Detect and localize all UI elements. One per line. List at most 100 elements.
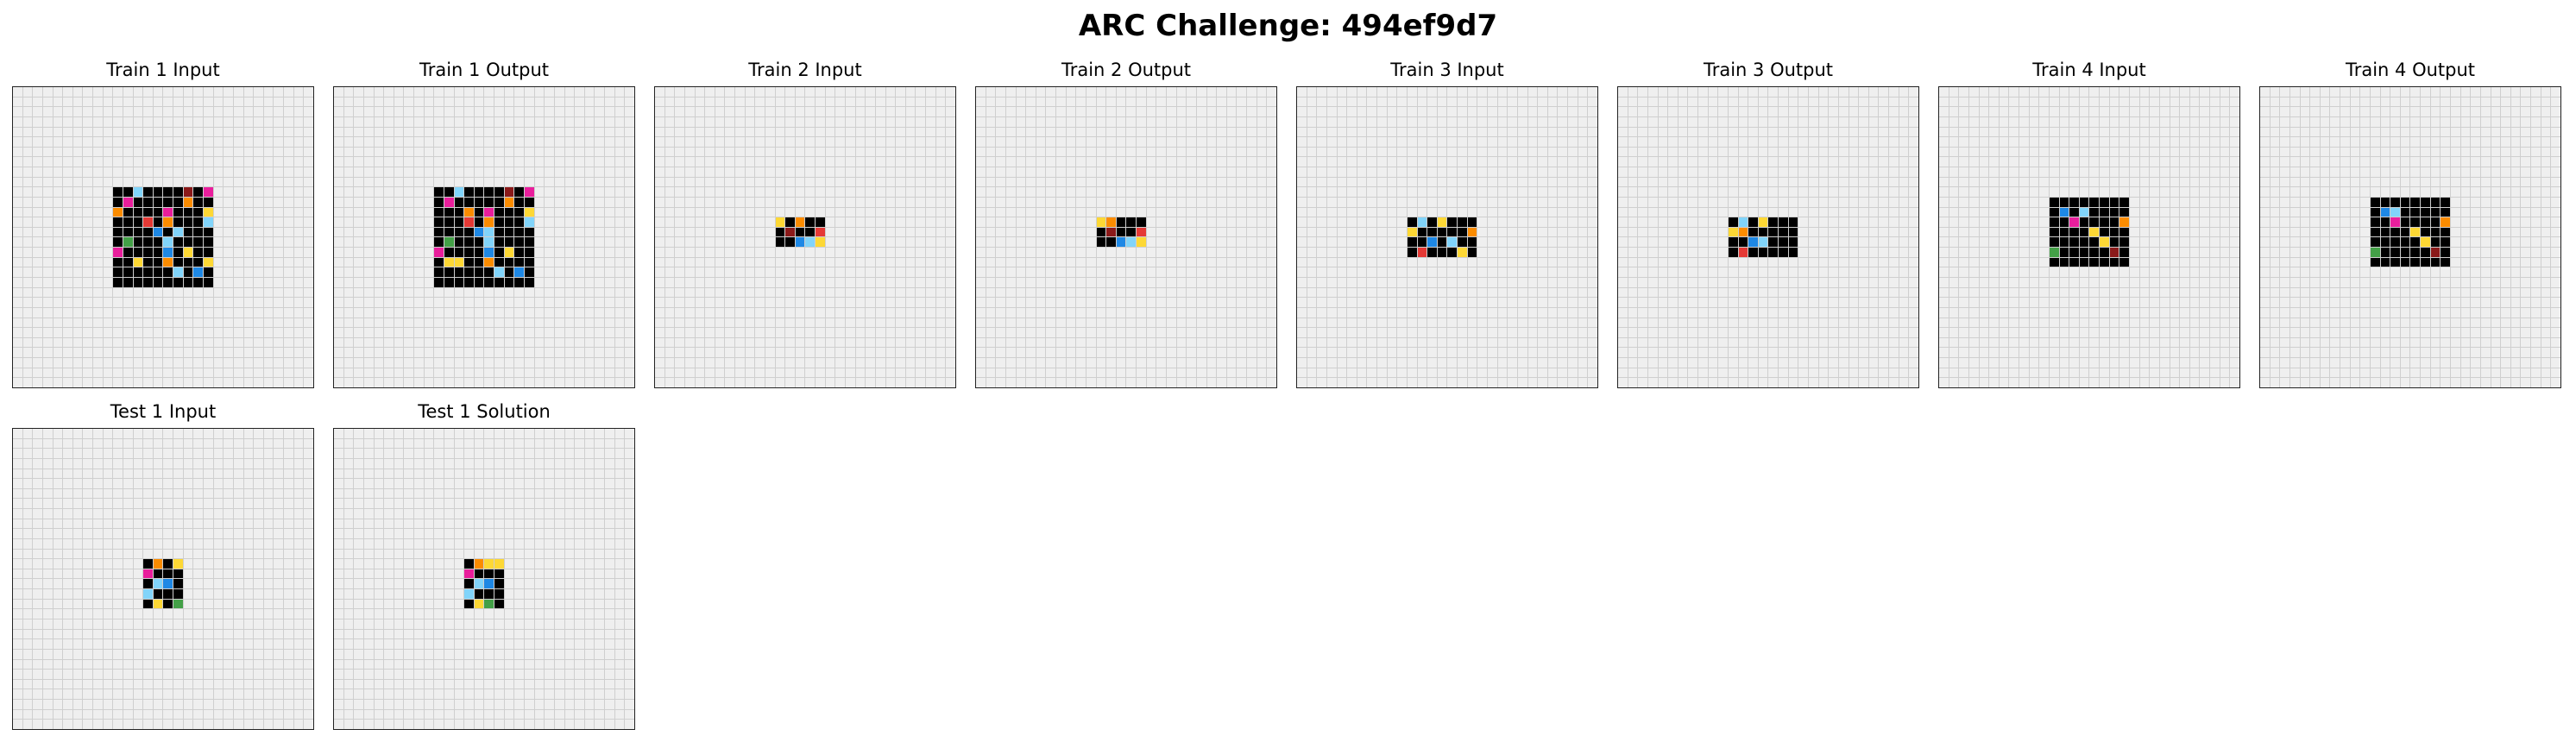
grid-cell [1367,177,1377,187]
grid-cell [885,318,896,328]
grid-cell [1226,197,1237,207]
grid-cell [1809,177,1818,187]
grid-cell [464,237,474,248]
grid-cell [1497,257,1508,267]
grid-cell [1527,368,1538,378]
grid-cell [605,187,614,197]
grid-cell [1508,217,1517,227]
grid-cell [1547,358,1558,368]
grid-cell [1297,337,1307,348]
grid-cell [1568,137,1578,147]
grid-cell [83,298,93,307]
grid-cell [705,167,715,177]
grid-cell [735,318,745,328]
grid-cell [675,278,684,287]
grid-cell [343,127,354,137]
grid-cell [42,328,53,337]
grid-cell [715,307,725,318]
grid-cell [163,227,173,237]
grid-cell [204,368,213,378]
grid-cell [494,257,504,267]
grid-cell [885,227,896,237]
grid-cell [1427,267,1437,278]
grid-cell [866,358,875,368]
grid-cell [464,116,474,127]
grid-cell [715,207,725,217]
grid-cell [1367,358,1377,368]
grid-cell [866,368,875,378]
grid-cell [1458,197,1467,207]
grid-cell [584,137,595,147]
grid-cell [83,257,93,267]
grid-cell [514,147,525,157]
grid-cell [996,248,1005,257]
grid-cell [926,307,935,318]
grid-cell [986,147,996,157]
grid-cell [474,197,484,207]
grid-cell [284,137,293,147]
grid-cell [1798,237,1809,248]
grid-cell [584,177,595,187]
grid-cell [1558,318,1568,328]
grid-cell [846,257,855,267]
grid-cell [855,197,866,207]
grid-cell [675,217,684,227]
grid-cell [1859,97,1868,107]
grid-cell [765,87,775,97]
grid-cell [1357,107,1367,116]
grid-cell [1026,217,1036,227]
grid-cell [1196,107,1206,116]
grid-cell [785,147,795,157]
grid-cell [1196,358,1206,368]
grid-cell [1798,107,1809,116]
grid-cell [664,298,675,307]
grid-cell [1297,167,1307,177]
grid-cell [274,127,284,137]
grid-cell [595,307,605,318]
grid-cell [1798,187,1809,197]
grid-cell [875,157,885,167]
grid-cell [1196,237,1206,248]
grid-cell [1547,207,1558,217]
grid-cell [1326,217,1337,227]
grid-cell [1488,368,1497,378]
grid-cell [204,378,213,387]
grid-cell [1307,147,1317,157]
grid-cell [1407,87,1417,97]
grid-cell [725,177,735,187]
grid-cell [1578,227,1588,237]
grid-cell [153,127,163,137]
grid-cell [1137,237,1146,248]
grid-cell [816,318,825,328]
grid-cell [293,378,304,387]
grid-cell [1337,207,1347,217]
grid-cell [1096,207,1106,217]
grid-cell [1377,348,1387,358]
grid-cell [745,97,755,107]
grid-cell [1558,368,1568,378]
grid-cell [846,298,855,307]
grid-cell [394,278,404,287]
grid-cell [1367,167,1377,177]
grid-cell [1477,348,1488,358]
grid-cell [1738,97,1748,107]
grid-cell [1247,267,1257,278]
grid-cell [1437,107,1447,116]
grid-cell [1347,157,1357,167]
grid-cell [1838,147,1849,157]
grid-cell [545,127,554,137]
grid-cell [1116,107,1126,116]
grid-cell [343,137,354,147]
grid-cell [695,307,705,318]
grid-cell [1477,368,1488,378]
grid-cell [1547,328,1558,337]
grid-cell [564,197,575,207]
grid-cell [254,227,263,237]
grid-cell [72,127,83,137]
grid-cell [1317,116,1326,127]
grid-cell [243,157,254,167]
grid-cell [1568,368,1578,378]
grid-cell [1116,358,1126,368]
grid-cell [825,217,835,227]
grid-cell [1397,287,1407,298]
